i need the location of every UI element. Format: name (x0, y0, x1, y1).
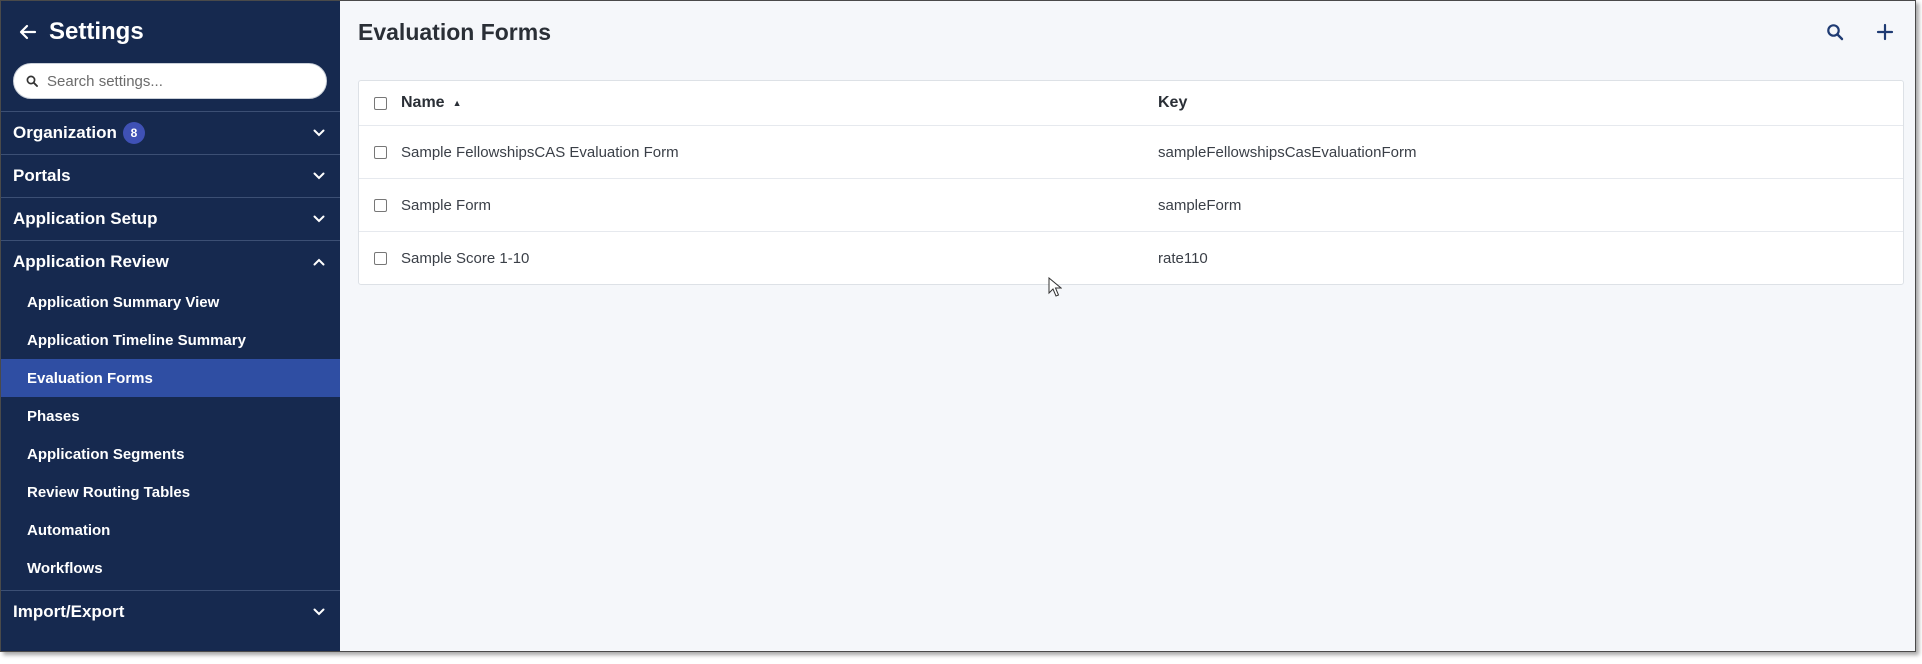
arrow-left-icon[interactable] (17, 21, 39, 43)
column-label: Name (401, 94, 445, 111)
application-review-items: Application Summary View Application Tim… (1, 283, 340, 587)
key-column-header[interactable]: Key (1158, 94, 1187, 112)
section-label: Portals (13, 166, 71, 185)
row-name: Sample Form (401, 196, 492, 214)
row-key: sampleFellowshipsCasEvaluationForm (1158, 143, 1417, 161)
row-checkbox[interactable] (373, 145, 387, 159)
mouse-cursor-icon (1048, 276, 1063, 302)
sidebar-search (1, 63, 340, 99)
table-row[interactable]: Sample Form sampleForm (359, 178, 1903, 231)
app-window: Settings Organization 8 Portals Applicat… (0, 0, 1916, 652)
evaluation-forms-table: Name ▲ Key Sample FellowshipsCAS Evaluat… (358, 80, 1904, 285)
sidebar-item-application-segments[interactable]: Application Segments (1, 435, 340, 473)
name-column-header[interactable]: Name ▲ (401, 94, 1158, 112)
page-title: Evaluation Forms (358, 18, 551, 45)
table-row[interactable]: Sample FellowshipsCAS Evaluation Form sa… (359, 125, 1903, 178)
chevron-down-icon (312, 169, 326, 183)
header-actions (1817, 14, 1903, 50)
search-box (13, 63, 327, 99)
search-icon (26, 75, 38, 87)
row-name: Sample FellowshipsCAS Evaluation Form (401, 143, 679, 161)
main-content: Evaluation Forms Name ▲ Key Sample Fello… (340, 1, 1915, 651)
chevron-down-icon (312, 605, 326, 619)
row-key: sampleForm (1158, 196, 1242, 214)
section-label: Import/Export (13, 602, 125, 621)
chevron-up-icon (312, 255, 326, 269)
section-label: Application Setup (13, 209, 158, 228)
main-header: Evaluation Forms (340, 1, 1915, 63)
table-header-row: Name ▲ Key (359, 81, 1903, 125)
sidebar-item-phases[interactable]: Phases (1, 397, 340, 435)
search-settings-input[interactable] (47, 72, 297, 90)
sidebar-item-evaluation-forms[interactable]: Evaluation Forms (1, 359, 340, 397)
select-all-checkbox[interactable] (373, 96, 387, 110)
sidebar-item-application-timeline-summary[interactable]: Application Timeline Summary (1, 321, 340, 359)
sidebar-item-workflows[interactable]: Workflows (1, 549, 340, 587)
settings-sidebar: Settings Organization 8 Portals Applicat… (1, 1, 340, 651)
sort-ascending-icon: ▲ (452, 98, 462, 108)
row-checkbox[interactable] (373, 198, 387, 212)
section-organization[interactable]: Organization 8 (1, 111, 340, 154)
chevron-down-icon (312, 212, 326, 226)
section-application-setup[interactable]: Application Setup (1, 197, 340, 240)
sidebar-item-application-summary-view[interactable]: Application Summary View (1, 283, 340, 321)
table-row[interactable]: Sample Score 1-10 rate110 (359, 231, 1903, 284)
chevron-down-icon (312, 126, 326, 140)
section-application-review[interactable]: Application Review (1, 240, 340, 283)
row-name: Sample Score 1-10 (401, 249, 530, 267)
search-icon[interactable] (1817, 14, 1853, 50)
sidebar-title: Settings (49, 18, 144, 45)
section-import-export[interactable]: Import/Export (1, 590, 340, 633)
plus-icon[interactable] (1867, 14, 1903, 50)
count-badge: 8 (122, 122, 145, 144)
sidebar-item-review-routing-tables[interactable]: Review Routing Tables (1, 473, 340, 511)
row-key: rate110 (1158, 249, 1208, 267)
sidebar-item-automation[interactable]: Automation (1, 511, 340, 549)
section-portals[interactable]: Portals (1, 154, 340, 197)
section-label: Application Review (13, 252, 169, 271)
section-label: Organization (13, 123, 117, 142)
sidebar-header: Settings (1, 1, 340, 63)
row-checkbox[interactable] (373, 251, 387, 265)
